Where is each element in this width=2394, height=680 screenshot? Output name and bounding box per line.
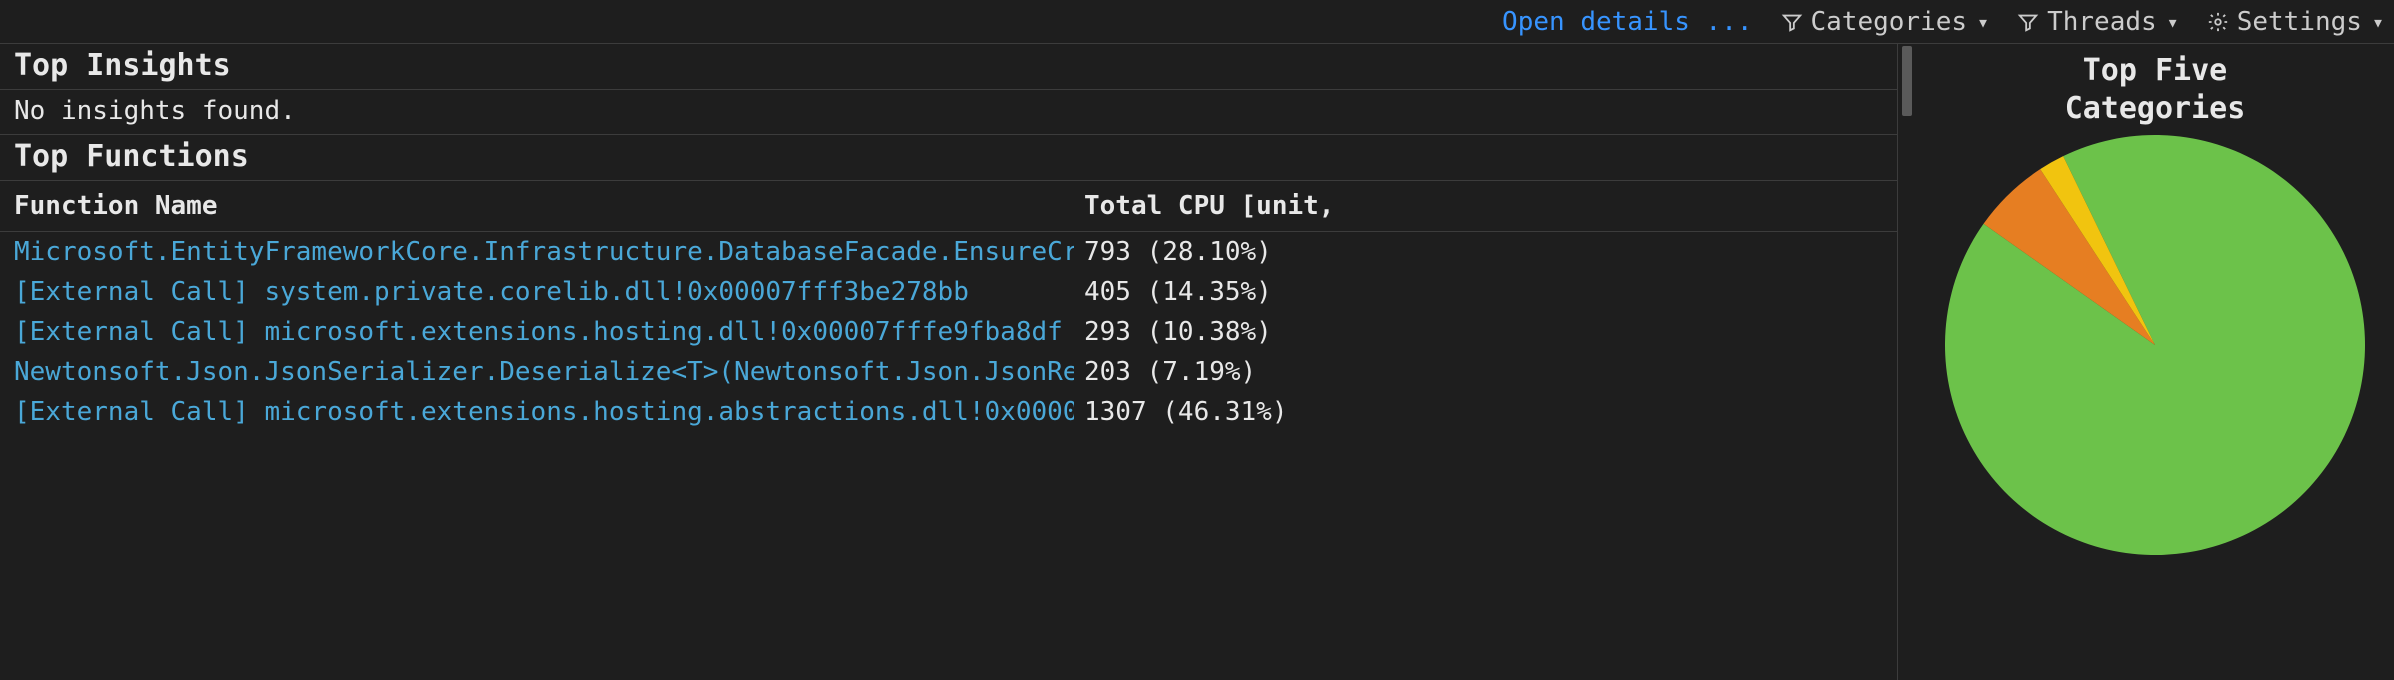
top-categories-pie-chart[interactable] (1945, 135, 2365, 555)
categories-filter[interactable]: Categories ▾ (1781, 7, 1990, 37)
top-categories-pane: Top Five Categories (1916, 44, 2394, 680)
table-row[interactable]: [External Call] system.private.corelib.d… (0, 272, 1897, 312)
function-cpu-value: 293 (10.38%) (1084, 317, 1294, 347)
table-row[interactable]: [External Call] microsoft.extensions.hos… (0, 392, 1897, 432)
function-cpu-value: 203 (7.19%) (1084, 357, 1294, 387)
summary-pane: Top Insights No insights found. Top Func… (0, 44, 1898, 680)
toolbar: Open details ... Categories ▾ Threads ▾ … (0, 0, 2394, 44)
filter-icon (1781, 11, 1803, 33)
column-total-cpu[interactable]: Total CPU [unit, (1084, 191, 1334, 221)
function-name-link[interactable]: [External Call] microsoft.extensions.hos… (14, 397, 1074, 427)
settings-menu[interactable]: Settings ▾ (2207, 7, 2384, 37)
filter-icon (2017, 11, 2039, 33)
title-line-1: Top Five (2083, 53, 2228, 88)
top-insights-body: No insights found. (0, 90, 1897, 135)
functions-column-header: Function Name Total CPU [unit, (0, 181, 1897, 232)
threads-label: Threads (2047, 7, 2157, 37)
function-cpu-value: 405 (14.35%) (1084, 277, 1294, 307)
chevron-down-icon: ▾ (2167, 10, 2179, 34)
settings-label: Settings (2237, 7, 2362, 37)
function-cpu-value: 1307 (46.31%) (1084, 397, 1294, 427)
scrollbar-thumb[interactable] (1902, 46, 1912, 116)
function-name-link[interactable]: Newtonsoft.Json.JsonSerializer.Deseriali… (14, 357, 1074, 387)
column-function-name[interactable]: Function Name (14, 191, 1074, 221)
chevron-down-icon: ▾ (1977, 10, 1989, 34)
title-line-2: Categories (2065, 91, 2246, 126)
chevron-down-icon: ▾ (2372, 10, 2384, 34)
vertical-scrollbar[interactable]: ▲ (1898, 44, 1916, 680)
top-insights-header: Top Insights (0, 44, 1897, 90)
function-name-link[interactable]: [External Call] microsoft.extensions.hos… (14, 317, 1074, 347)
function-cpu-value: 793 (28.10%) (1084, 237, 1294, 267)
function-name-link[interactable]: Microsoft.EntityFrameworkCore.Infrastruc… (14, 237, 1074, 267)
threads-filter[interactable]: Threads ▾ (2017, 7, 2179, 37)
gear-icon (2207, 11, 2229, 33)
function-name-link[interactable]: [External Call] system.private.corelib.d… (14, 277, 1074, 307)
table-row[interactable]: [External Call] microsoft.extensions.hos… (0, 312, 1897, 352)
top-categories-title: Top Five Categories (2065, 52, 2246, 127)
top-functions-header: Top Functions (0, 135, 1897, 181)
categories-label: Categories (1811, 7, 1968, 37)
open-details-link[interactable]: Open details ... (1502, 7, 1752, 37)
table-row[interactable]: Newtonsoft.Json.JsonSerializer.Deseriali… (0, 352, 1897, 392)
table-row[interactable]: Microsoft.EntityFrameworkCore.Infrastruc… (0, 232, 1897, 272)
